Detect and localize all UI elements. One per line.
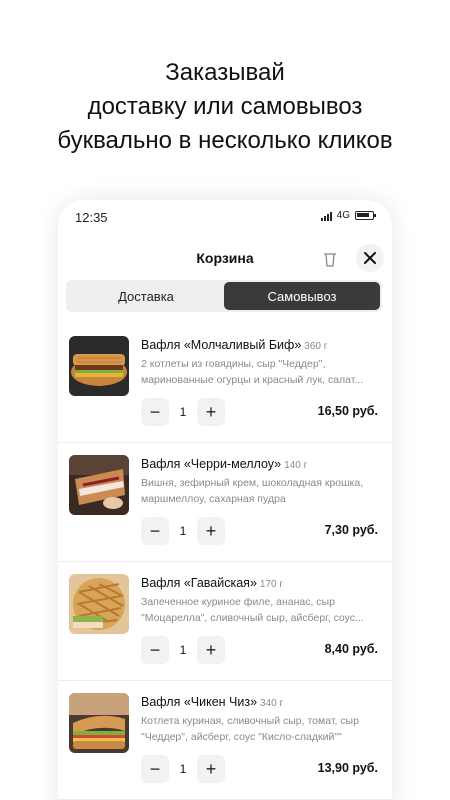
trash-icon[interactable] <box>320 249 340 269</box>
item-weight: 340 г <box>260 698 284 709</box>
quantity-value: 1 <box>179 405 187 419</box>
product-image <box>69 574 129 634</box>
cart-items-list: Вафля «Молчаливый Биф» 360 г 2 котлеты из… <box>58 324 392 800</box>
network-label: 4G <box>336 210 350 221</box>
item-price: 16,50 руб. <box>317 404 378 418</box>
quantity-stepper: − 1 + <box>141 636 225 664</box>
status-indicators: 4G <box>320 210 376 221</box>
quantity-value: 1 <box>179 524 187 538</box>
battery-icon <box>355 211 376 220</box>
headline-line-1: Заказывай <box>165 59 285 86</box>
cart-item: Вафля «Черри-меллоу» 140 г Вишня, зефирны… <box>58 443 392 562</box>
item-description: Запеченное куриное филе, ананас, сыр "Мо… <box>141 596 364 624</box>
tab-delivery[interactable]: Доставка <box>68 282 224 310</box>
item-price: 7,30 руб. <box>324 523 378 537</box>
item-name: Вафля «Гавайская» 170 г <box>141 576 283 590</box>
cart-item: Вафля «Гавайская» 170 г Запеченное курино… <box>58 562 392 681</box>
item-name: Вафля «Черри-меллоу» 140 г <box>141 457 307 471</box>
item-name: Вафля «Чикен Чиз» 340 г <box>141 695 283 709</box>
cart-item: Вафля «Молчаливый Биф» 360 г 2 котлеты из… <box>58 324 392 443</box>
item-description: Котлета куриная, сливочный сыр, томат, с… <box>141 715 359 743</box>
decrease-button[interactable]: − <box>141 398 169 426</box>
product-image <box>69 693 129 753</box>
product-image <box>69 455 129 515</box>
headline-line-3: буквально в несколько кликов <box>57 127 393 154</box>
increase-button[interactable]: + <box>197 755 225 783</box>
decrease-button[interactable]: − <box>141 755 169 783</box>
tab-pickup[interactable]: Самовывоз <box>224 282 380 310</box>
signal-icon <box>320 211 332 221</box>
cart-item: Вафля «Чикен Чиз» 340 г Котлета куриная, … <box>58 681 392 800</box>
delivery-mode-tabs: Доставка Самовывоз <box>66 280 382 312</box>
quantity-stepper: − 1 + <box>141 398 225 426</box>
item-description: 2 котлеты из говядины, сыр "Чеддер", мар… <box>141 358 364 386</box>
page-title: Корзина <box>196 250 254 266</box>
item-price: 8,40 руб. <box>324 642 378 656</box>
increase-button[interactable]: + <box>197 636 225 664</box>
status-bar: 12:35 4G <box>58 200 392 234</box>
item-description: Вишня, зефирный крем, шоколадная крошка,… <box>141 477 364 505</box>
item-weight: 140 г <box>284 460 308 471</box>
decrease-button[interactable]: − <box>141 636 169 664</box>
quantity-value: 1 <box>179 643 187 657</box>
status-time: 12:35 <box>75 210 108 225</box>
item-title: Вафля «Чикен Чиз» <box>141 695 258 709</box>
item-title: Вафля «Черри-меллоу» <box>141 457 282 471</box>
decrease-button[interactable]: − <box>141 517 169 545</box>
item-price: 13,90 руб. <box>317 761 378 775</box>
item-title: Вафля «Молчаливый Биф» <box>141 338 302 352</box>
quantity-value: 1 <box>179 762 187 776</box>
cart-header: Корзина <box>58 240 392 276</box>
item-weight: 170 г <box>259 579 284 590</box>
increase-button[interactable]: + <box>197 517 225 545</box>
item-title: Вафля «Гавайская» <box>141 576 257 590</box>
product-image <box>69 336 129 396</box>
phone-screen: 12:35 4G Корзина Доставка Самовывоз Вафл… <box>58 200 392 800</box>
quantity-stepper: − 1 + <box>141 517 225 545</box>
quantity-stepper: − 1 + <box>141 755 225 783</box>
close-icon <box>364 252 376 264</box>
close-button[interactable] <box>356 244 384 272</box>
increase-button[interactable]: + <box>197 398 225 426</box>
promo-headline: Заказывай доставку или самовывоз букваль… <box>0 56 450 158</box>
headline-line-2: доставку или самовывоз <box>87 93 363 120</box>
item-weight: 360 г <box>304 341 328 352</box>
item-name: Вафля «Молчаливый Биф» 360 г <box>141 338 327 352</box>
